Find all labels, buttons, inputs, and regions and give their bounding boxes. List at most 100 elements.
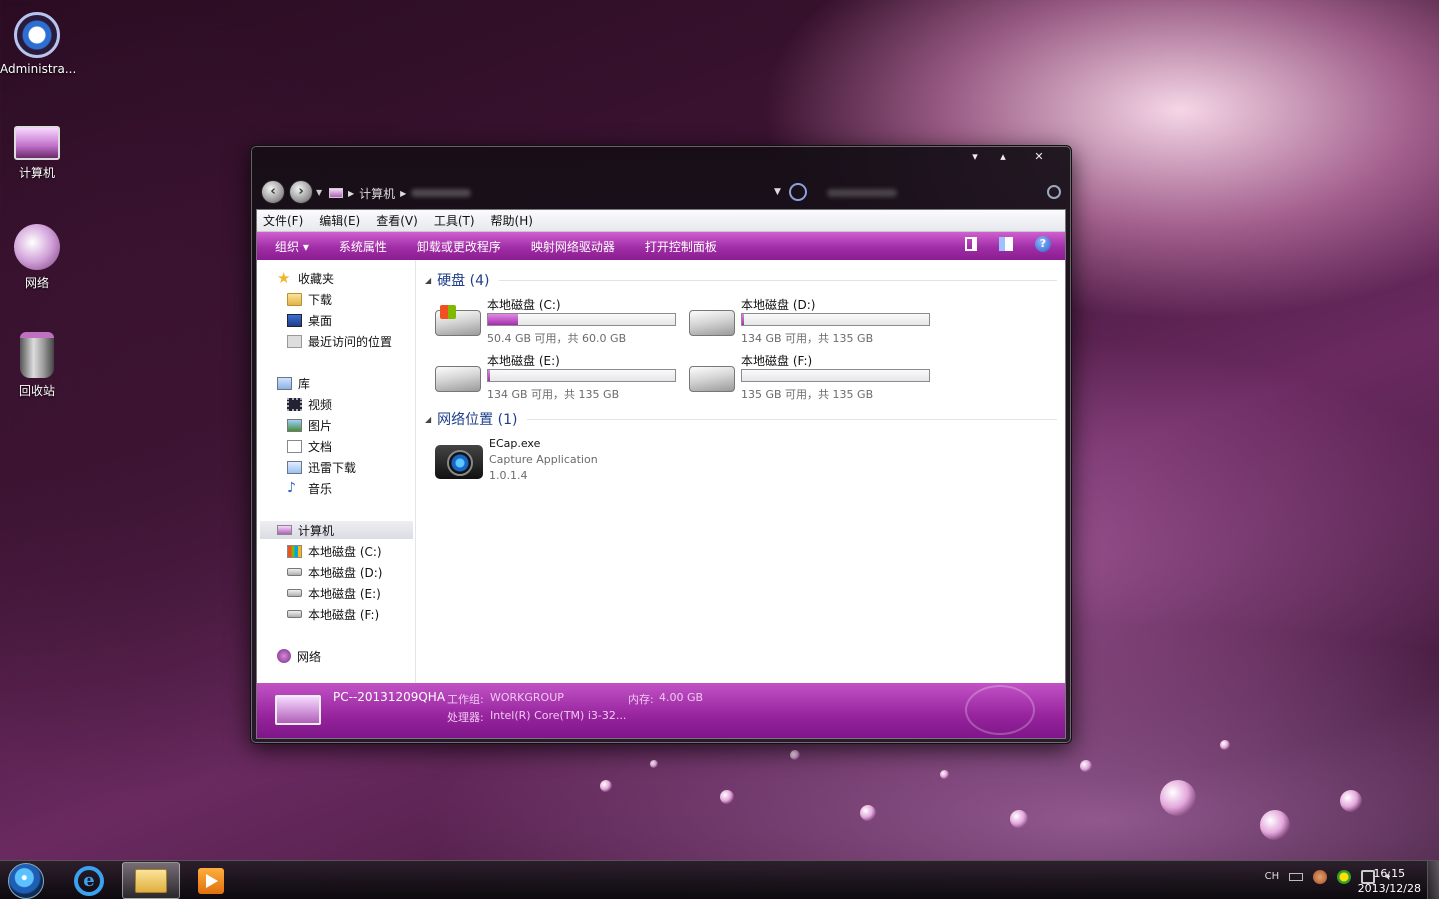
drive-tile-c[interactable]: 本地磁盘 (C:) 50.4 GB 可用，共 60.0 GB xyxy=(435,296,685,346)
taskbar-windows-explorer[interactable] xyxy=(122,862,180,899)
nav-favorites[interactable]: ★ 收藏夹 xyxy=(277,269,334,287)
maximize-button[interactable]: ▴ xyxy=(989,148,1017,166)
address-bar[interactable]: ▶ 计算机 ▶ xyxy=(329,183,799,203)
keyboard-icon[interactable] xyxy=(1289,872,1304,881)
collapse-triangle-icon[interactable]: ◢ xyxy=(425,415,431,424)
back-button[interactable]: ‹ xyxy=(261,180,285,204)
menu-view[interactable]: 查看(V) xyxy=(376,212,418,229)
taskbar: e CH 🔈︎ 16:15 2013/12/28 xyxy=(0,860,1439,899)
nav-pictures[interactable]: 图片 xyxy=(287,416,332,434)
system-properties-button[interactable]: 系统属性 xyxy=(339,238,387,255)
nav-drive-e[interactable]: 本地磁盘 (E:) xyxy=(287,584,381,602)
recent-pages-dropdown-icon[interactable]: ▼ xyxy=(316,188,322,197)
nav-videos[interactable]: 视频 xyxy=(287,395,332,413)
search-icon[interactable] xyxy=(1047,185,1061,199)
details-pane: PC--20131209QHA 工作组: WORKGROUP 内存: 4.00 … xyxy=(257,683,1065,738)
collapse-triangle-icon[interactable]: ◢ xyxy=(425,276,431,285)
computer-icon xyxy=(14,126,60,160)
drive-usage-bar xyxy=(487,313,676,326)
drive-tile-e[interactable]: 本地磁盘 (E:) 134 GB 可用，共 135 GB xyxy=(435,352,685,402)
drive-usage-bar xyxy=(741,369,930,382)
network-item-ecap[interactable]: ECap.exe Capture Application 1.0.1.4 xyxy=(435,437,735,487)
thunder-downloads-icon xyxy=(287,460,302,474)
security-shield-icon[interactable] xyxy=(1337,869,1352,884)
drive-usage-bar xyxy=(487,369,676,382)
nav-network[interactable]: 网络 xyxy=(277,647,321,665)
drive-icon xyxy=(287,589,302,597)
recent-places-icon xyxy=(287,334,302,348)
chevron-right-icon[interactable]: ▶ xyxy=(400,189,406,198)
nav-label: 收藏夹 xyxy=(298,271,335,286)
explorer-folder-icon xyxy=(135,868,167,893)
breadcrumb-computer[interactable]: 计算机 xyxy=(359,185,395,202)
organize-button[interactable]: 组织 ▾ xyxy=(275,238,309,255)
desktop-icon-administrator[interactable]: Administra... xyxy=(0,12,76,76)
system-drive-icon xyxy=(287,544,302,558)
drive-size: 134 GB 可用，共 135 GB xyxy=(741,332,874,345)
network-icon xyxy=(14,224,60,270)
command-bar: 组织 ▾ 系统属性 卸载或更改程序 映射网络驱动器 打开控制面板 ? xyxy=(257,232,1065,260)
nav-recent-places[interactable]: 最近访问的位置 xyxy=(287,332,392,350)
caption-buttons: ▾ ▴ ✕ xyxy=(961,148,1053,166)
chevron-right-icon[interactable]: ▶ xyxy=(348,189,354,198)
nav-libraries[interactable]: 库 xyxy=(277,374,310,392)
internet-explorer-icon: e xyxy=(74,865,104,896)
preview-pane-icon[interactable] xyxy=(999,237,1013,251)
clock[interactable]: 16:15 2013/12/28 xyxy=(1358,866,1421,896)
blurred-search-placeholder xyxy=(827,189,897,197)
workgroup-label: 工作组: xyxy=(447,693,484,706)
recycle-bin-icon xyxy=(20,332,54,378)
nav-drive-f[interactable]: 本地磁盘 (F:) xyxy=(287,605,379,623)
menu-tools[interactable]: 工具(T) xyxy=(434,212,475,229)
desktop-icon-network[interactable]: 网络 xyxy=(0,224,74,291)
map-network-drive-button[interactable]: 映射网络驱动器 xyxy=(531,238,615,255)
nav-label: 计算机 xyxy=(298,523,335,538)
taskbar-internet-explorer[interactable]: e xyxy=(60,862,118,899)
drive-tile-f[interactable]: 本地磁盘 (F:) 135 GB 可用，共 135 GB xyxy=(689,352,939,402)
nav-desktop[interactable]: 桌面 xyxy=(287,311,332,329)
taskbar-media-player[interactable] xyxy=(182,862,240,899)
address-history-dropdown-icon[interactable]: ▼ xyxy=(774,187,781,197)
desktop-icon xyxy=(287,313,302,327)
nav-music[interactable]: ♪ 音乐 xyxy=(287,479,332,497)
nav-drive-c[interactable]: 本地磁盘 (C:) xyxy=(287,542,382,560)
help-icon[interactable]: ? xyxy=(1035,236,1051,252)
users-icon[interactable] xyxy=(1313,869,1328,884)
nav-label: 视频 xyxy=(308,397,333,412)
network-icon xyxy=(277,649,291,663)
nav-thunder-downloads[interactable]: 迅雷下载 xyxy=(287,458,356,476)
explorer-window: ▾ ▴ ✕ ‹ › ▼ ▶ 计算机 ▶ ▼ 文件(F) 编辑(E) 查看(V) … xyxy=(250,145,1072,744)
desktop-icon-computer[interactable]: 计算机 xyxy=(0,118,74,181)
drive-usage-bar xyxy=(741,313,930,326)
start-button[interactable] xyxy=(8,863,44,899)
forward-button[interactable]: › xyxy=(289,180,313,204)
close-button[interactable]: ✕ xyxy=(1025,148,1053,166)
menu-edit[interactable]: 编辑(E) xyxy=(319,212,360,229)
open-control-panel-button[interactable]: 打开控制面板 xyxy=(645,238,717,255)
menu-file[interactable]: 文件(F) xyxy=(263,212,303,229)
computer-icon xyxy=(329,188,343,198)
drive-tile-d[interactable]: 本地磁盘 (D:) 134 GB 可用，共 135 GB xyxy=(689,296,939,346)
network-item-name: ECap.exe xyxy=(489,437,541,450)
nav-drive-d[interactable]: 本地磁盘 (D:) xyxy=(287,563,382,581)
nav-downloads[interactable]: 下载 xyxy=(287,290,332,308)
computer-name: PC--20131209QHA xyxy=(333,690,446,704)
documents-icon xyxy=(287,439,302,453)
search-input[interactable] xyxy=(821,184,1061,202)
change-view-icon[interactable] xyxy=(965,237,977,251)
group-header-hard-disks[interactable]: ◢ 硬盘 (4) xyxy=(425,270,1057,290)
desktop-icon-recycle-bin[interactable]: 回收站 xyxy=(0,332,74,399)
group-header-network-locations[interactable]: ◢ 网络位置 (1) xyxy=(425,409,1057,429)
group-title: 硬盘 (4) xyxy=(437,273,490,289)
nav-computer[interactable]: 计算机 xyxy=(260,521,413,539)
nav-documents[interactable]: 文档 xyxy=(287,437,332,455)
refresh-icon[interactable] xyxy=(788,183,807,201)
memory-value: 4.00 GB xyxy=(659,691,704,704)
show-desktop-button[interactable] xyxy=(1427,861,1439,899)
minimize-button[interactable]: ▾ xyxy=(961,148,989,166)
uninstall-program-button[interactable]: 卸载或更改程序 xyxy=(417,238,501,255)
user-folder-icon xyxy=(14,12,60,58)
input-language-indicator[interactable]: CH xyxy=(1265,871,1280,882)
blurred-address xyxy=(411,189,472,197)
menu-help[interactable]: 帮助(H) xyxy=(491,212,533,229)
